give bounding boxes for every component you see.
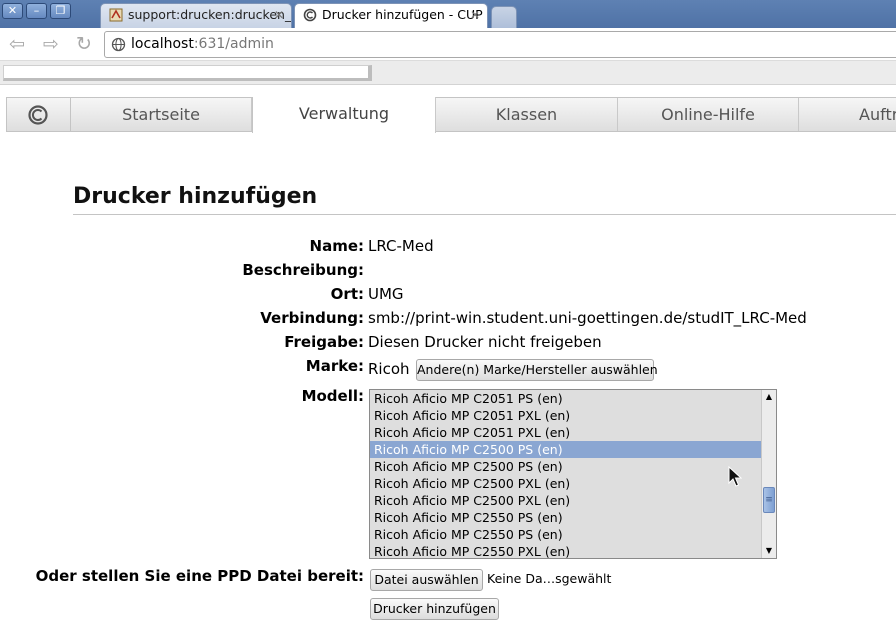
scroll-up-arrow-icon[interactable]: ▲ [762,390,776,404]
description-label: Beschreibung: [242,261,364,279]
address-url: localhost:631/admin [131,36,274,52]
forward-arrow-icon[interactable]: ⇨ [40,33,62,55]
ppd-label: Oder stellen Sie eine PPD Datei bereit: [35,567,364,585]
reload-icon[interactable]: ↻ [73,33,95,55]
minimize-window-icon[interactable]: – [26,3,47,19]
browser-titlebar: ✕ – ❐ support:drucken:drucken_ ✕ Drucker… [0,0,896,28]
model-listbox[interactable]: Ricoh Aficio MP C2051 PS (en) Ricoh Afic… [369,389,777,559]
close-window-icon[interactable]: ✕ [2,3,23,19]
model-option[interactable]: Ricoh Aficio MP C2051 PXL (en) [370,407,761,424]
connection-label: Verbindung: [260,309,364,327]
make-label: Marke: [305,357,364,375]
page-title: Drucker hinzufügen [73,184,318,209]
make-value: Ricoh [368,360,410,378]
connection-value: smb://print-win.student.uni-goettingen.d… [368,309,807,327]
mouse-pointer-icon [728,466,742,487]
bookmarks-placeholder [3,65,372,81]
tab-close-icon[interactable]: ✕ [274,4,284,26]
scroll-down-arrow-icon[interactable]: ▼ [762,544,776,558]
cups-logo[interactable] [7,98,71,131]
nav-online-hilfe[interactable]: Online-Hilfe [618,98,799,131]
cups-logo-icon [28,105,48,125]
title-divider [73,214,896,215]
file-status: Keine Da…sgewählt [487,571,612,586]
model-scrollbar[interactable]: ▲ ≡ ▼ [761,390,776,558]
model-option[interactable]: Ricoh Aficio MP C2051 PXL (en) [370,424,761,441]
model-option[interactable]: Ricoh Aficio MP C2051 PS (en) [370,390,761,407]
sharing-label: Freigabe: [284,333,364,351]
cups-navigation: Startseite Verwaltung Klassen Online-Hil… [6,97,896,133]
new-tab-button[interactable] [491,6,517,28]
choose-file-button[interactable]: Datei auswählen [370,569,483,591]
globe-icon [111,37,126,52]
choose-make-button[interactable]: Andere(n) Marke/Hersteller auswählen [416,359,658,381]
model-option[interactable]: Ricoh Aficio MP C2550 PXL (en) [370,543,761,558]
model-option[interactable]: Ricoh Aficio MP C2550 PS (en) [370,526,761,543]
model-option[interactable]: Ricoh Aficio MP C2500 PXL (en) [370,475,761,492]
nav-startseite[interactable]: Startseite [71,98,252,131]
location-value: UMG [368,285,404,303]
model-option[interactable]: Ricoh Aficio MP C2500 PXL (en) [370,492,761,509]
nav-verwaltung[interactable]: Verwaltung [252,97,436,133]
address-bar[interactable]: localhost:631/admin [104,31,896,58]
sharing-value: Diesen Drucker nicht freigeben [368,333,602,351]
add-printer-button[interactable]: Drucker hinzufügen [370,598,499,620]
back-arrow-icon[interactable]: ⇦ [6,33,28,55]
browser-toolbar: ⇦ ⇨ ↻ localhost:631/admin [0,28,896,61]
tab-label: Drucker hinzufügen - CUP [322,7,483,22]
nav-klassen[interactable]: Klassen [436,98,618,131]
model-label: Modell: [301,387,364,405]
name-value: LRC-Med [368,237,434,255]
tab-label: support:drucken:drucken_ [128,7,292,22]
location-label: Ort: [330,285,364,303]
scroll-thumb[interactable]: ≡ [763,487,775,513]
nav-auftraege[interactable]: Aufträ [799,98,896,131]
tab-close-icon[interactable]: ✕ [470,4,480,26]
browser-tab-support[interactable]: support:drucken:drucken_ ✕ [100,3,292,28]
bookmarks-bar [0,61,896,85]
model-option[interactable]: Ricoh Aficio MP C2550 PS (en) [370,509,761,526]
cups-favicon-icon [303,8,317,22]
wiki-favicon-icon [109,8,123,22]
name-label: Name: [309,237,364,255]
model-option-selected[interactable]: Ricoh Aficio MP C2500 PS (en) [370,441,761,458]
model-option[interactable]: Ricoh Aficio MP C2500 PS (en) [370,458,761,475]
restore-window-icon[interactable]: ❐ [50,3,71,19]
browser-tab-cups[interactable]: Drucker hinzufügen - CUP ✕ [294,3,488,28]
